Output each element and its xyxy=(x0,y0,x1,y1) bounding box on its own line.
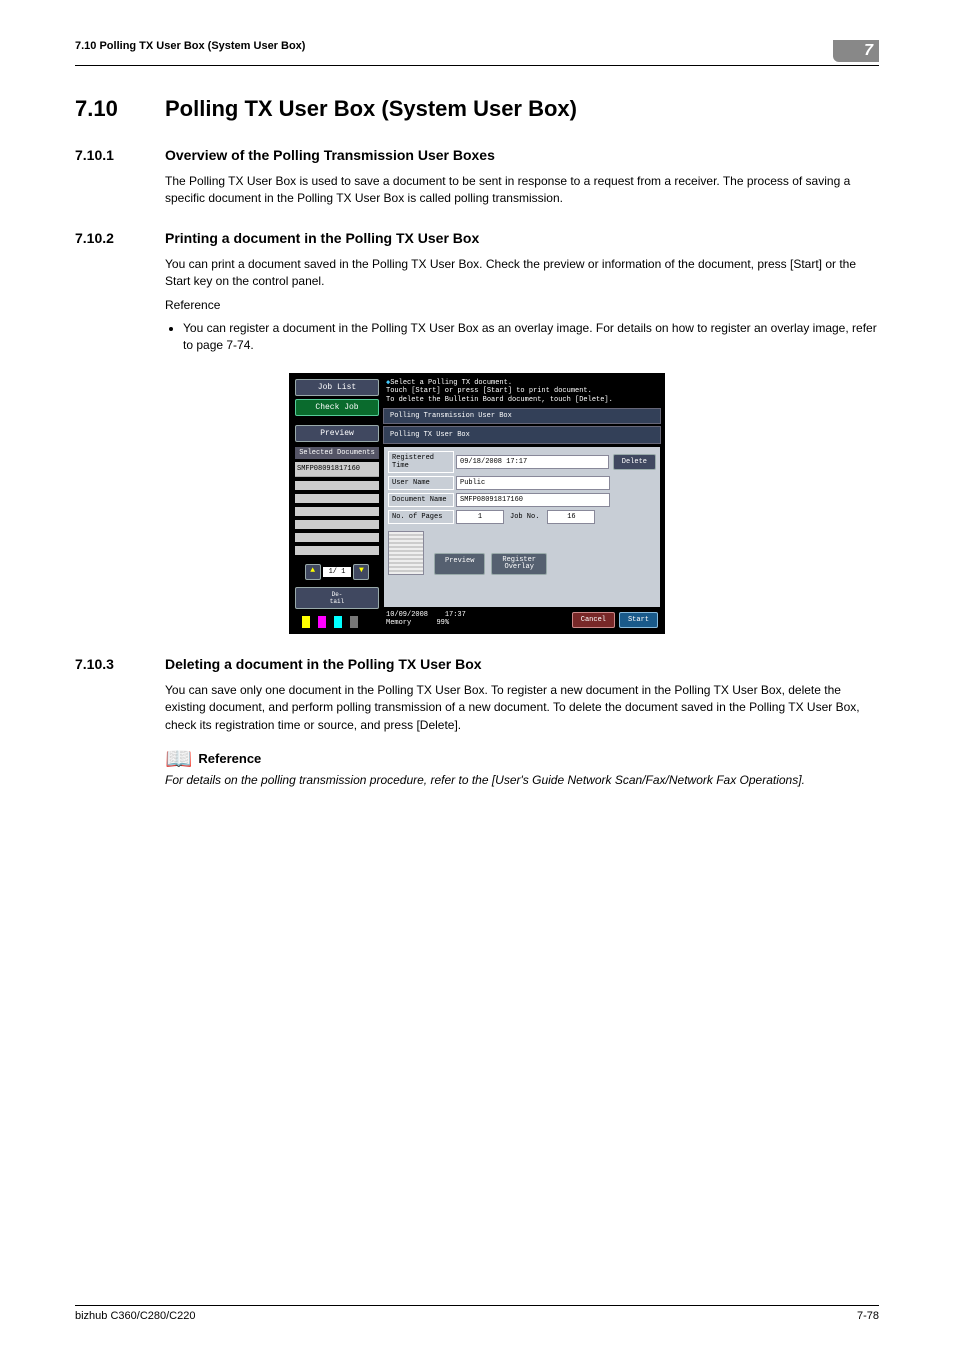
preview-button[interactable]: Preview xyxy=(295,425,379,442)
start-button[interactable]: Start xyxy=(619,612,658,628)
list-row xyxy=(295,481,379,490)
status-datetime: 10/09/2008 17:37 Memory 99% xyxy=(386,612,466,627)
paragraph: The Polling TX User Box is used to save … xyxy=(165,173,879,208)
check-job-button[interactable]: Check Job xyxy=(295,399,379,416)
section-title-text: Polling TX User Box (System User Box) xyxy=(165,96,577,122)
registered-time-value: 09/18/2008 17:17 xyxy=(456,455,609,469)
reference-heading: 📖 Reference xyxy=(165,746,879,772)
page-indicator: 1/ 1 xyxy=(323,567,352,577)
page-up-icon[interactable]: ▲ xyxy=(305,564,321,580)
toner-indicator: Y M C K xyxy=(295,616,373,628)
job-no-label: Job No. xyxy=(504,511,545,523)
list-row xyxy=(295,533,379,542)
list-row xyxy=(295,520,379,529)
bullet-list: You can register a document in the Polli… xyxy=(165,320,879,355)
section-number: 7.10 xyxy=(75,96,165,122)
document-name-label: Document Name xyxy=(388,493,454,507)
pages-label: No. of Pages xyxy=(388,510,454,524)
reference-label: Reference xyxy=(198,751,261,766)
list-row xyxy=(295,507,379,516)
chapter-tab: 7 xyxy=(833,40,879,62)
user-name-value: Public xyxy=(456,476,610,490)
pages-value: 1 xyxy=(456,510,504,524)
section-7-10-1-heading: 7.10.1 Overview of the Polling Transmiss… xyxy=(75,147,879,163)
subsection-number: 7.10.2 xyxy=(75,230,165,246)
subsection-title-text: Deleting a document in the Polling TX Us… xyxy=(165,656,482,672)
page-down-icon[interactable]: ▼ xyxy=(353,564,369,580)
register-overlay-button[interactable]: Register Overlay xyxy=(491,553,547,575)
reference-label: Reference xyxy=(165,297,879,314)
guidance-message: ◆Select a Polling TX document. Touch [St… xyxy=(382,376,662,407)
section-7-10-2-heading: 7.10.2 Printing a document in the Pollin… xyxy=(75,230,879,246)
bullet-item: You can register a document in the Polli… xyxy=(183,320,879,355)
detail-button[interactable]: De- tail xyxy=(295,587,379,609)
section-7-10-heading: 7.10 Polling TX User Box (System User Bo… xyxy=(75,96,879,122)
selected-document-row[interactable]: SMFP08091817160 xyxy=(295,462,379,477)
subsection-title-text: Overview of the Polling Transmission Use… xyxy=(165,147,495,163)
job-no-value: 16 xyxy=(547,510,595,524)
registered-time-label: Registered Time xyxy=(388,451,454,473)
subsection-title-text: Printing a document in the Polling TX Us… xyxy=(165,230,479,246)
document-thumbnail xyxy=(388,531,424,575)
paragraph: You can print a document saved in the Po… xyxy=(165,256,879,291)
section-7-10-3-heading: 7.10.3 Deleting a document in the Pollin… xyxy=(75,656,879,672)
list-row xyxy=(295,494,379,503)
touch-panel-screenshot: Job List Check Job Preview Selected Docu… xyxy=(75,373,879,634)
reference-paragraph: For details on the polling transmission … xyxy=(165,772,879,789)
delete-button[interactable]: Delete xyxy=(613,454,656,470)
header-left: 7.10 Polling TX User Box (System User Bo… xyxy=(75,40,305,52)
breadcrumb-2: Polling TX User Box xyxy=(383,426,661,444)
breadcrumb-1: Polling Transmission User Box xyxy=(383,408,661,424)
job-list-button[interactable]: Job List xyxy=(295,379,379,396)
preview-action-button[interactable]: Preview xyxy=(434,553,485,575)
running-header: 7.10 Polling TX User Box (System User Bo… xyxy=(75,40,879,66)
subsection-number: 7.10.1 xyxy=(75,147,165,163)
document-name-value: SMFP08091817160 xyxy=(456,493,610,507)
user-name-label: User Name xyxy=(388,476,454,490)
paragraph: You can save only one document in the Po… xyxy=(165,682,879,734)
page-footer: bizhub C360/C280/C220 7-78 xyxy=(75,1305,879,1322)
subsection-number: 7.10.3 xyxy=(75,656,165,672)
cancel-button[interactable]: Cancel xyxy=(572,612,615,628)
footer-model: bizhub C360/C280/C220 xyxy=(75,1310,195,1322)
reference-icon: 📖 xyxy=(165,746,192,772)
list-row xyxy=(295,546,379,555)
selected-documents-header: Selected Documents xyxy=(295,447,379,459)
footer-page-number: 7-78 xyxy=(857,1310,879,1322)
